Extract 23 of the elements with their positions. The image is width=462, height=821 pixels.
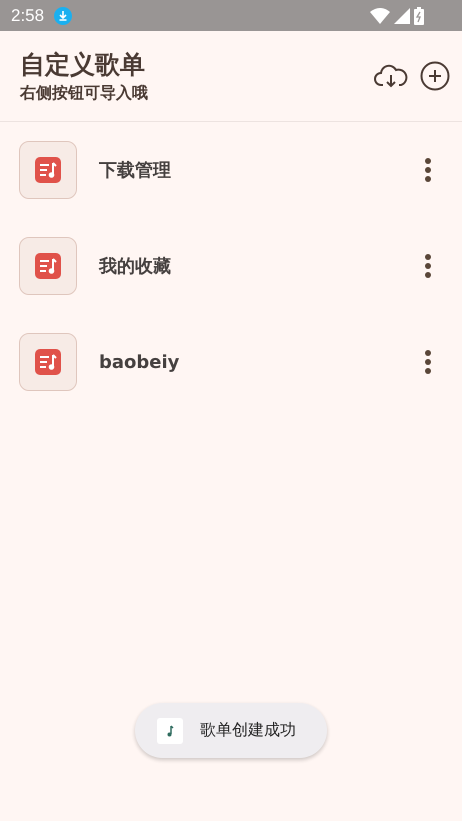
- page-title: 自定义歌单: [20, 49, 146, 81]
- music-list-icon: [35, 253, 61, 279]
- more-options-button[interactable]: [424, 349, 432, 375]
- battery-icon: [414, 6, 424, 24]
- download-icon: [54, 6, 72, 24]
- signal-icon: [394, 8, 410, 24]
- add-button[interactable]: [420, 61, 450, 91]
- music-list-icon: [35, 349, 61, 375]
- status-time: 2:58: [11, 6, 44, 26]
- more-options-button[interactable]: [424, 157, 432, 183]
- playlist-name: 下载管理: [99, 159, 172, 182]
- playlist-item[interactable]: 我的收藏: [0, 237, 462, 295]
- wifi-icon: [370, 8, 390, 24]
- toast-message: 歌单创建成功: [200, 720, 296, 741]
- more-options-button[interactable]: [424, 253, 432, 279]
- playlist-item[interactable]: baobeiy: [0, 333, 462, 391]
- playlist-name: 我的收藏: [99, 255, 172, 278]
- cloud-download-button[interactable]: [374, 64, 408, 88]
- music-note-icon: [157, 718, 183, 744]
- page-subtitle: 右侧按钮可导入哦: [20, 83, 149, 104]
- playlist-item[interactable]: 下载管理: [0, 141, 462, 199]
- music-list-icon: [35, 157, 61, 183]
- playlist-name: baobeiy: [99, 352, 180, 372]
